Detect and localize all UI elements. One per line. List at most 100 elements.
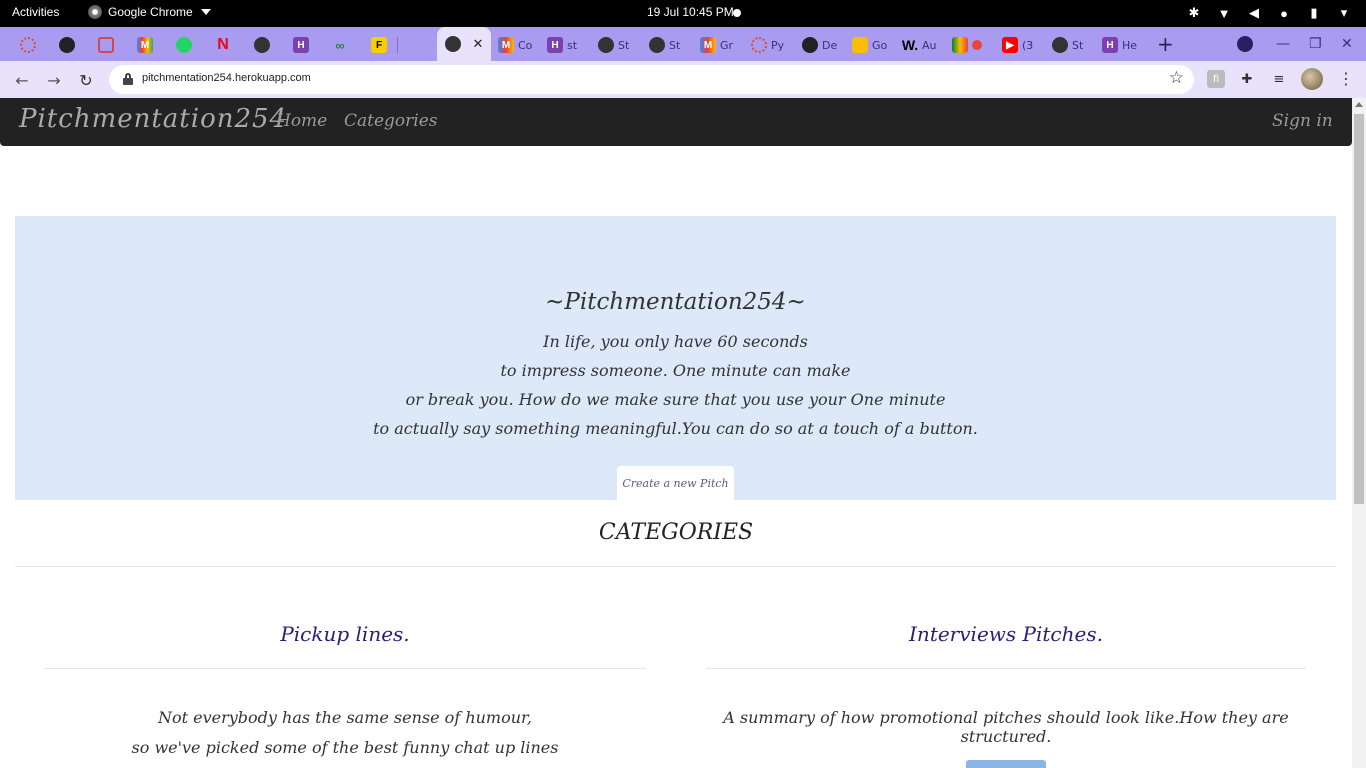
lock-icon	[123, 73, 133, 85]
tab-heroku[interactable]: H	[283, 32, 319, 58]
youtube-icon: ▶	[1002, 37, 1018, 53]
url-text[interactable]: pitchmentation254.herokuapp.com	[142, 72, 311, 84]
sign-in-link[interactable]: Sign in	[1272, 111, 1333, 131]
app-menu[interactable]: Google Chrome	[88, 5, 211, 19]
tab-spiral[interactable]	[88, 32, 124, 58]
tab-infinity[interactable]: ∞	[322, 32, 358, 58]
page-scrollbar[interactable]	[1352, 98, 1366, 768]
volume-icon[interactable]: ◀	[1246, 5, 1262, 21]
gmail-icon: M	[137, 37, 153, 53]
system-top-bar: Activities Google Chrome 19 Jul 10:45 PM…	[0, 0, 1366, 27]
nav-home-link[interactable]: Home	[276, 111, 327, 131]
scrollbar-thumb[interactable]	[1354, 114, 1364, 504]
tab-globe-st-3[interactable]: St	[1046, 32, 1083, 58]
tab-search-icon[interactable]	[1237, 36, 1253, 52]
notification-dot-icon	[733, 9, 741, 17]
gmail-icon: M	[498, 37, 514, 53]
infinity-icon: ∞	[335, 37, 345, 53]
minimize-icon[interactable]: —	[1276, 36, 1290, 52]
battery-icon[interactable]: ▮	[1306, 5, 1322, 21]
tab-heroku-st[interactable]: Hst	[541, 32, 577, 58]
media-queue-icon[interactable]: ≡	[1270, 70, 1288, 88]
extensions-puzzle-icon[interactable]: ✚	[1238, 70, 1256, 88]
globe-icon	[649, 37, 665, 53]
site-navbar: Pitchmentation254 Home Categories Sign i…	[0, 98, 1352, 146]
caret-down-icon	[200, 9, 211, 15]
tab-github[interactable]	[49, 32, 85, 58]
microphone-icon[interactable]: ●	[1276, 5, 1292, 21]
create-pitch-button[interactable]: Create a new Pitch	[617, 466, 734, 500]
ring-icon	[20, 37, 36, 53]
tab-separator	[397, 37, 398, 53]
ring-icon	[751, 37, 767, 53]
extension-icon[interactable]: fi	[1207, 70, 1225, 88]
tab-globe[interactable]	[244, 32, 280, 58]
hero-line-1: In life, you only have 60 seconds	[543, 332, 808, 351]
tab-whatsapp[interactable]	[166, 32, 202, 58]
categories-heading: CATEGORIES	[598, 520, 754, 545]
menu-kebab-icon[interactable]: ⋮	[1338, 69, 1354, 88]
close-window-icon[interactable]: ✕	[1341, 36, 1353, 52]
tab-github-de[interactable]: De	[796, 32, 837, 58]
globe-icon	[254, 37, 270, 53]
tab-w-au[interactable]: W. Au	[896, 32, 937, 58]
tab-globe-st[interactable]: St	[592, 32, 629, 58]
globe-icon	[1052, 37, 1068, 53]
tab-ring[interactable]	[10, 32, 46, 58]
hero-title: ~Pitchmentation254~	[545, 289, 806, 315]
tab-gmail-co[interactable]: M Co	[492, 32, 532, 58]
new-tab-icon[interactable]: +	[1157, 32, 1174, 56]
address-bar[interactable]: pitchmentation254.herokuapp.com ☆	[109, 65, 1194, 94]
tab-ring-py[interactable]: Py	[745, 32, 784, 58]
globe-icon	[444, 36, 461, 52]
forward-icon[interactable]: →	[43, 69, 65, 91]
chrome-icon	[88, 5, 102, 19]
close-tab-icon[interactable]: ✕	[473, 37, 484, 52]
card-text-line: Not everybody has the same sense of humo…	[157, 708, 533, 727]
clock[interactable]: 19 Jul 10:45 PM	[647, 5, 734, 19]
tab-f[interactable]: F	[361, 32, 397, 58]
scroll-up-icon[interactable]	[1355, 102, 1363, 107]
netflix-icon: N	[217, 36, 229, 53]
tab-meet[interactable]	[946, 32, 982, 58]
system-tray[interactable]: ✱ ▼ ◀ ● ▮ ▾	[1186, 5, 1352, 21]
reload-icon[interactable]: ↻	[75, 69, 97, 91]
restore-icon[interactable]: ❐	[1309, 36, 1322, 52]
tab-netflix[interactable]: N	[205, 32, 241, 58]
f-icon: F	[371, 37, 387, 53]
github-icon	[59, 37, 75, 53]
card-view-button[interactable]	[966, 760, 1046, 768]
back-icon[interactable]: ←	[11, 69, 33, 91]
chevron-down-icon[interactable]: ▾	[1336, 5, 1352, 21]
tab-gmail[interactable]: M	[127, 32, 163, 58]
activities-button[interactable]: Activities	[12, 5, 59, 19]
card-divider	[706, 668, 1306, 669]
heroku-icon: H	[293, 37, 309, 53]
hero-line-4: to actually say something meaningful.You…	[373, 419, 978, 438]
bookmark-star-icon[interactable]: ☆	[1169, 68, 1184, 88]
w-icon: W.	[901, 37, 919, 53]
profile-avatar[interactable]	[1301, 68, 1323, 90]
tab-heroku-he[interactable]: H He	[1096, 32, 1137, 58]
heroku-icon: H	[1102, 37, 1118, 53]
site-brand[interactable]: Pitchmentation254	[19, 104, 287, 134]
tab-youtube[interactable]: ▶ (3	[996, 32, 1033, 58]
card-text-line: A summary of how promotional pitches sho…	[723, 708, 1289, 746]
card-title-pickup-lines[interactable]: Pickup lines.	[44, 622, 646, 646]
card-divider	[44, 668, 646, 669]
card-text-line: so we've picked some of the best funny c…	[131, 738, 559, 757]
slack-icon[interactable]: ✱	[1186, 5, 1202, 21]
heroku-icon: H	[547, 37, 563, 53]
wifi-icon[interactable]: ▼	[1216, 5, 1232, 21]
github-icon	[802, 37, 818, 53]
tab-keep-go[interactable]: Go	[846, 32, 887, 58]
tab-globe-st-2[interactable]: St	[643, 32, 680, 58]
tab-active[interactable]: ✕	[437, 27, 491, 61]
nav-categories-link[interactable]: Categories	[344, 111, 438, 131]
tab-strip: M N H ∞ F ✕ M Co Hst St St M Gr Py De Go W…	[0, 27, 1366, 61]
globe-icon	[598, 37, 614, 53]
whatsapp-icon	[176, 37, 192, 53]
tab-gmail-gr[interactable]: M Gr	[694, 32, 733, 58]
app-name: Google Chrome	[108, 5, 193, 19]
card-title-interview-pitches[interactable]: Interviews Pitches.	[706, 622, 1306, 646]
